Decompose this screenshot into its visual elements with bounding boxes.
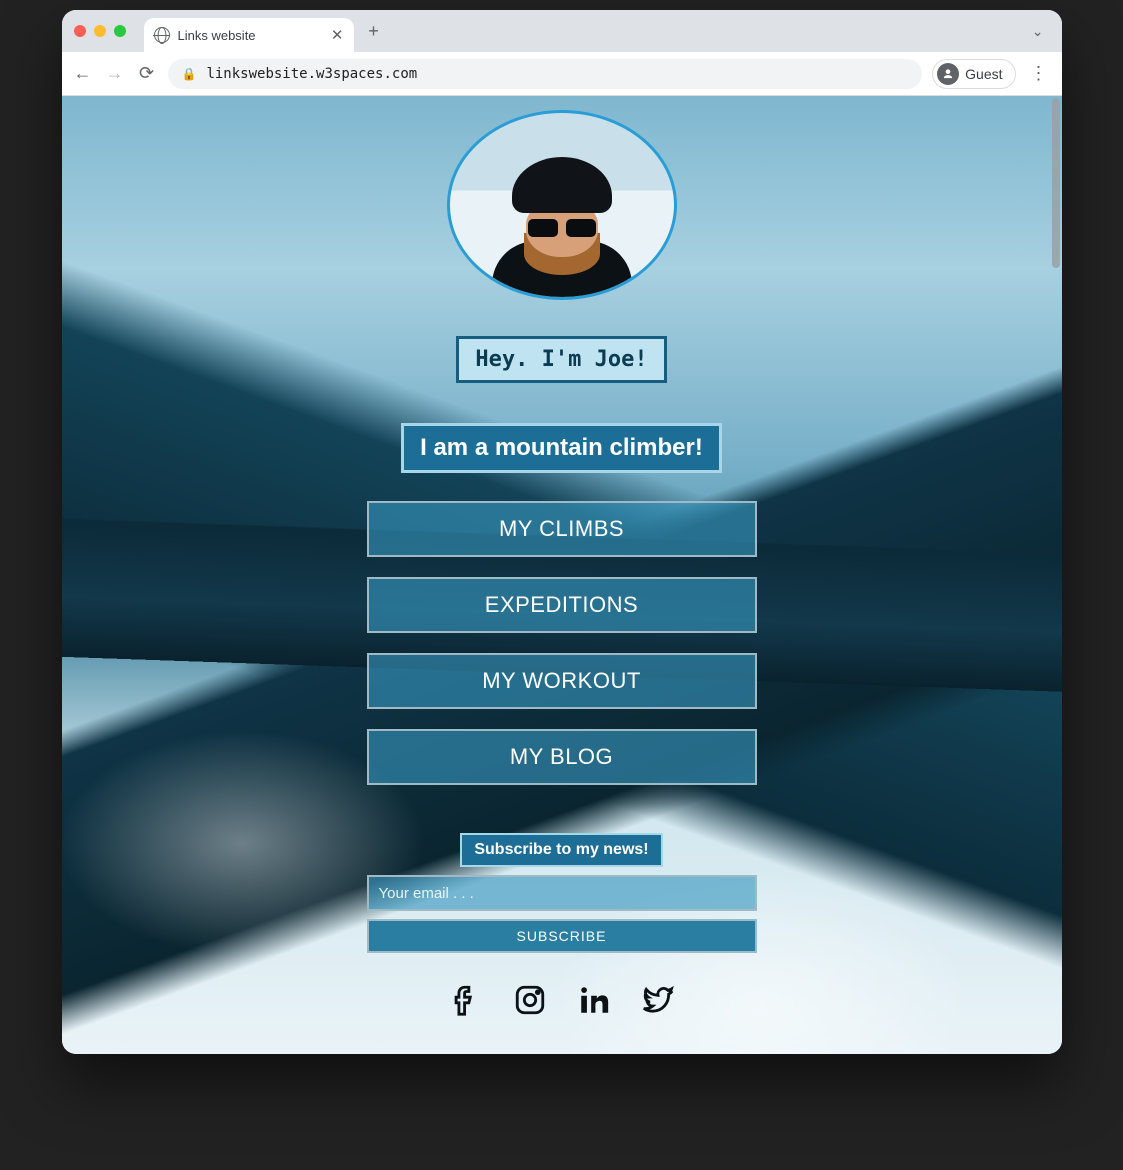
subscribe-heading: Subscribe to my news! (460, 833, 662, 867)
linkedin-link[interactable] (577, 983, 611, 1022)
link-label: MY WORKOUT (482, 668, 641, 694)
browser-menu-button[interactable]: ⋮ (1026, 63, 1052, 84)
browser-toolbar: ← → ⟳ 🔒 linkswebsite.w3spaces.com Guest … (62, 52, 1062, 96)
browser-tab[interactable]: Links website ✕ (144, 18, 354, 52)
link-expeditions[interactable]: EXPEDITIONS (367, 577, 757, 633)
instagram-link[interactable] (513, 983, 547, 1022)
reload-button[interactable]: ⟳ (136, 63, 158, 84)
back-button[interactable]: ← (72, 63, 94, 84)
url-text: linkswebsite.w3spaces.com (206, 66, 417, 82)
link-list: MY CLIMBS EXPEDITIONS MY WORKOUT MY BLOG (367, 501, 757, 785)
close-tab-icon[interactable]: ✕ (331, 26, 344, 44)
browser-window: Links website ✕ + ⌄ ← → ⟳ 🔒 linkswebsite… (62, 10, 1062, 1054)
twitter-link[interactable] (641, 983, 675, 1022)
link-label: MY BLOG (510, 744, 613, 770)
tab-title: Links website (178, 28, 256, 43)
address-bar[interactable]: 🔒 linkswebsite.w3spaces.com (168, 59, 923, 89)
facebook-icon (449, 983, 483, 1017)
profile-photo (447, 110, 677, 300)
link-my-climbs[interactable]: MY CLIMBS (367, 501, 757, 557)
subscribe-button-label: SUBSCRIBE (517, 928, 607, 944)
tab-strip: Links website ✕ + ⌄ (62, 10, 1062, 52)
email-input[interactable] (367, 875, 757, 911)
tabs-menu-button[interactable]: ⌄ (1026, 23, 1050, 40)
social-links (449, 983, 675, 1022)
page-content: Hey. I'm Joe! I am a mountain climber! M… (62, 96, 1062, 1022)
avatar-icon (937, 63, 959, 85)
subscribe-button[interactable]: SUBSCRIBE (367, 919, 757, 953)
greeting-badge: Hey. I'm Joe! (456, 336, 666, 383)
close-window-button[interactable] (74, 25, 86, 37)
forward-button[interactable]: → (104, 63, 126, 84)
profile-chip[interactable]: Guest (932, 59, 1015, 89)
lock-icon: 🔒 (182, 67, 197, 81)
fullscreen-window-button[interactable] (114, 25, 126, 37)
greeting-text: Hey. I'm Joe! (475, 347, 647, 372)
link-my-workout[interactable]: MY WORKOUT (367, 653, 757, 709)
link-label: MY CLIMBS (499, 516, 624, 542)
subtitle-text: I am a mountain climber! (420, 434, 703, 461)
subscribe-section: Subscribe to my news! SUBSCRIBE (367, 833, 757, 953)
facebook-link[interactable] (449, 983, 483, 1022)
linkedin-icon (577, 983, 611, 1017)
twitter-icon (641, 983, 675, 1017)
globe-icon (154, 27, 170, 43)
subtitle-badge: I am a mountain climber! (401, 423, 722, 473)
page-viewport: Hey. I'm Joe! I am a mountain climber! M… (62, 96, 1062, 1054)
link-my-blog[interactable]: MY BLOG (367, 729, 757, 785)
new-tab-button[interactable]: + (360, 17, 388, 45)
link-label: EXPEDITIONS (485, 592, 638, 618)
subscribe-heading-text: Subscribe to my news! (474, 841, 648, 858)
minimize-window-button[interactable] (94, 25, 106, 37)
instagram-icon (513, 983, 547, 1017)
window-controls (74, 25, 126, 37)
profile-label: Guest (965, 66, 1002, 82)
